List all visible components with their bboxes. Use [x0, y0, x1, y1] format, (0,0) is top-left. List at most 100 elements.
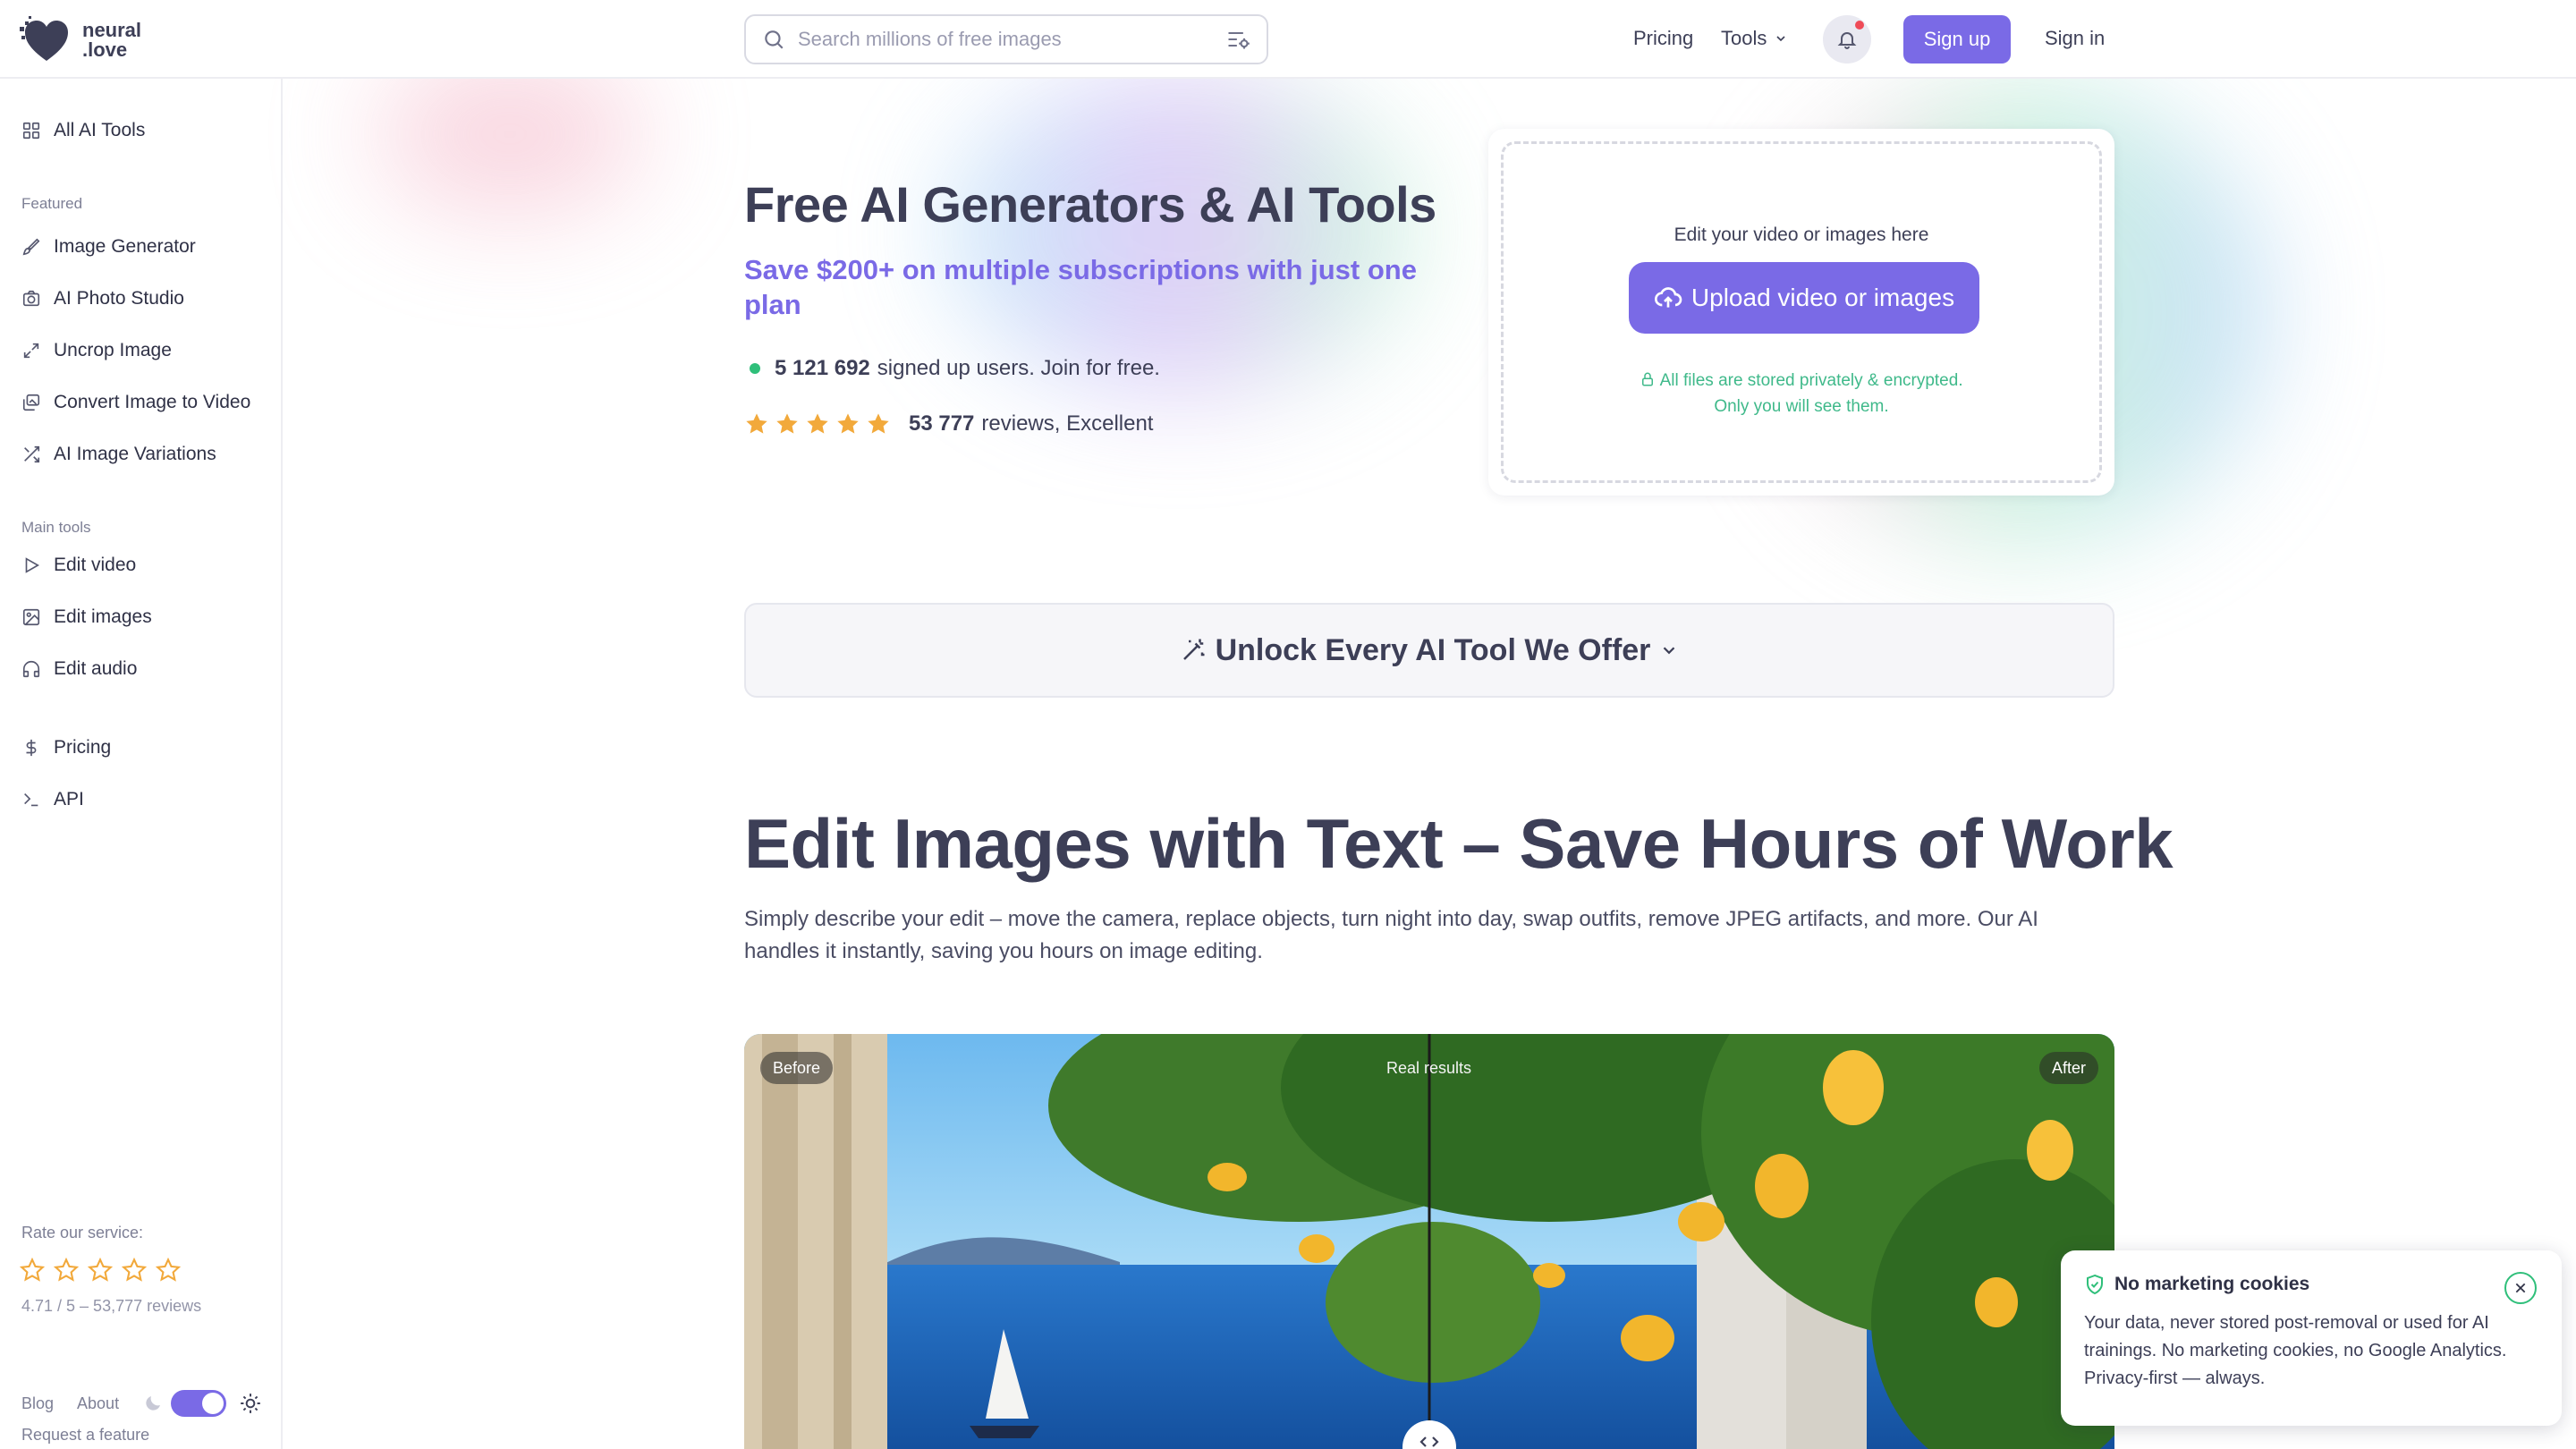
sidebar-item-label: Image Generator [54, 236, 196, 257]
sidebar-item-edit-images[interactable]: Edit images [21, 606, 152, 628]
sidebar-item-api[interactable]: API [21, 789, 84, 810]
privacy-note: All files are stored privately & encrypt… [1504, 368, 2099, 419]
request-feature-link[interactable]: Request a feature [21, 1426, 149, 1445]
reviews-summary[interactable]: 53 777 reviews, Excellent [744, 411, 1153, 436]
star-outline-icon[interactable] [88, 1258, 113, 1283]
camera-icon [22, 290, 40, 307]
magic-wand-icon [1182, 639, 1205, 660]
nav-pricing-link[interactable]: Pricing [1633, 27, 1693, 50]
rate-service-stars[interactable] [20, 1258, 181, 1283]
sidebar-item-label: Convert Image to Video [54, 392, 251, 412]
sidebar-item-label: Edit audio [54, 658, 138, 679]
notification-dot [1855, 21, 1864, 30]
brush-icon [22, 238, 40, 256]
chevron-down-icon [1664, 647, 1675, 655]
grid-icon [22, 122, 40, 140]
bell-icon [1837, 32, 1857, 49]
sidebar-item-image-generator[interactable]: Image Generator [21, 236, 196, 258]
signup-button[interactable]: Sign up [1903, 15, 2011, 64]
rate-service-label: Rate our service: [21, 1224, 144, 1241]
star-filled-icon [746, 413, 767, 434]
sidebar-item-label: Pricing [54, 737, 112, 758]
theme-toggle[interactable] [171, 1390, 227, 1417]
sidebar-item-convert-image-to-video[interactable]: Convert Image to Video [21, 392, 250, 413]
before-after-slider[interactable]: Before Real results After [744, 1034, 2114, 1449]
users-count: 5 121 692 [775, 356, 870, 380]
sidebar-item-uncrop-image[interactable]: Uncrop Image [21, 340, 172, 361]
notifications-button[interactable] [1823, 15, 1871, 64]
users-text: signed up users. Join for free. [877, 356, 1160, 380]
logo[interactable]: neural .love [20, 16, 141, 64]
unlock-tools-toggle[interactable]: Unlock Every AI Tool We Offer [744, 603, 2114, 698]
star-outline-icon[interactable] [156, 1258, 181, 1283]
sun-icon [241, 1394, 260, 1413]
cookie-title-row: No marketing cookies [2084, 1274, 2309, 1295]
search-placeholder: Search millions of free images [798, 28, 1062, 50]
sidebar-item-label: Edit video [54, 555, 137, 575]
brand-name-line1: neural [82, 19, 142, 41]
sidebar-item-ai-image-variations[interactable]: AI Image Variations [21, 444, 216, 465]
chevron-down-icon [1776, 36, 1785, 42]
star-filled-icon [837, 413, 859, 434]
about-link[interactable]: About [77, 1394, 119, 1413]
headphones-icon [22, 661, 40, 678]
blog-link[interactable]: Blog [21, 1394, 54, 1413]
sidebar: All AI Tools Featured Image Generator AI… [0, 79, 283, 1449]
online-status-dot [750, 363, 760, 374]
nav-tools-dropdown[interactable]: Tools [1721, 27, 1788, 50]
signin-link[interactable]: Sign in [2045, 27, 2105, 50]
section-title: Edit Images with Text – Save Hours of Wo… [744, 804, 2174, 883]
expand-icon [23, 343, 39, 359]
upload-hint: Edit your video or images here [1674, 225, 1929, 245]
moon-icon [146, 1396, 161, 1411]
dollar-icon [26, 739, 37, 757]
star-filled-icon [868, 413, 889, 434]
rating-summary: 4.71 / 5 – 53,777 reviews [21, 1297, 202, 1315]
cookie-body: Your data, never stored post-removal or … [2084, 1313, 2507, 1388]
close-button[interactable] [2504, 1272, 2537, 1304]
unlock-label: Unlock Every AI Tool We Offer [1215, 632, 1651, 667]
terminal-icon [24, 792, 38, 807]
sidebar-item-edit-audio[interactable]: Edit audio [21, 658, 137, 680]
heart-logo-icon [20, 16, 68, 61]
reviews-text: reviews, Excellent [981, 411, 1154, 436]
star-outline-icon[interactable] [20, 1258, 45, 1283]
sidebar-item-label: AI Photo Studio [54, 288, 184, 309]
rating-stars [744, 411, 891, 436]
sidebar-item-label: Uncrop Image [54, 340, 172, 360]
search-input[interactable]: Search millions of free images [744, 14, 1268, 64]
sidebar-item-pricing[interactable]: Pricing [21, 737, 111, 758]
brand-name-line2: .love [82, 38, 128, 61]
cloud-upload-icon [1654, 287, 1682, 308]
filter-settings-icon[interactable] [1225, 27, 1250, 52]
images-icon [22, 394, 40, 411]
after-label: After [2038, 1052, 2098, 1084]
top-header: neural .love Search millions of free ima… [0, 0, 2576, 79]
hero-title: Free AI Generators & AI Tools [744, 176, 1436, 233]
lock-icon [1642, 372, 1654, 386]
sidebar-item-label: Edit images [54, 606, 152, 627]
hero-subtitle: Save $200+ on multiple subscriptions wit… [744, 254, 1417, 320]
cookie-notice: No marketing cookies Your data, never st… [2061, 1250, 2562, 1426]
upload-card: Edit your video or images here Upload vi… [1488, 129, 2114, 496]
upload-button-label: Upload video or images [1690, 284, 1955, 311]
sidebar-footer: Blog About [21, 1390, 262, 1417]
real-results-label: Real results [1386, 1059, 1472, 1077]
search-icon [765, 30, 784, 49]
star-outline-icon[interactable] [122, 1258, 147, 1283]
before-label: Before [760, 1052, 834, 1084]
sidebar-item-edit-video[interactable]: Edit video [21, 555, 136, 576]
main-tools-section-label: Main tools [21, 519, 91, 536]
comparison-photo [744, 1034, 2114, 1449]
nav-tools-label: Tools [1721, 27, 1767, 49]
sidebar-item-ai-photo-studio[interactable]: AI Photo Studio [21, 288, 184, 309]
star-filled-icon [807, 413, 828, 434]
reviews-count: 53 777 [909, 411, 975, 436]
upload-dropzone[interactable]: Edit your video or images here Upload vi… [1501, 141, 2102, 483]
image-icon [22, 608, 40, 626]
star-filled-icon [776, 413, 798, 434]
star-outline-icon[interactable] [54, 1258, 79, 1283]
upload-button[interactable]: Upload video or images [1629, 262, 1979, 334]
shield-check-icon [2087, 1274, 2103, 1295]
sidebar-item-all-tools[interactable]: All AI Tools [21, 120, 145, 141]
